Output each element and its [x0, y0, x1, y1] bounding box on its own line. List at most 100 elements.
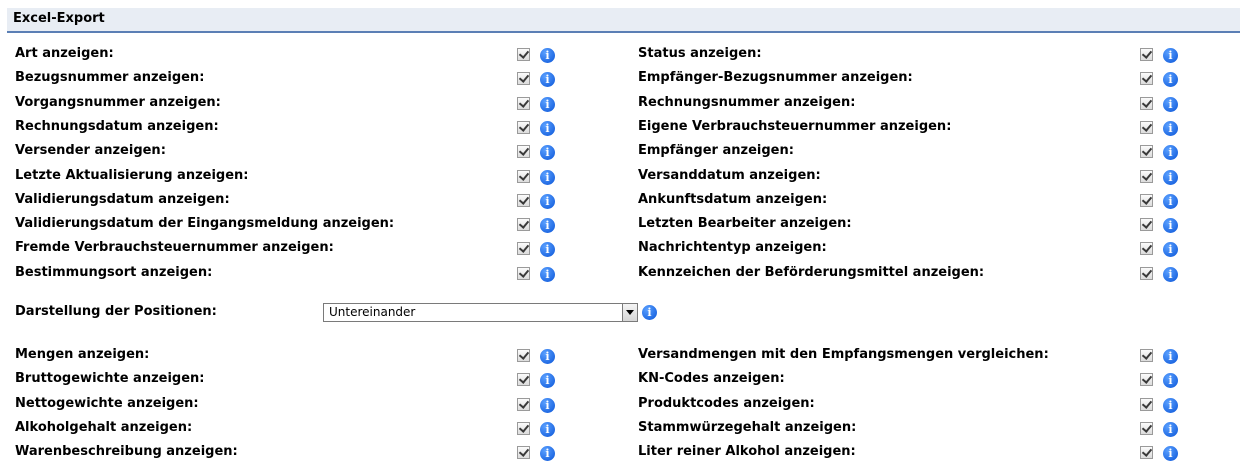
option-row: Versender anzeigen: i	[15, 141, 575, 163]
option-label: Empfänger anzeigen:	[638, 143, 794, 159]
info-icon[interactable]: i	[540, 266, 555, 282]
info-icon[interactable]: i	[540, 397, 555, 413]
info-icon[interactable]: i	[1163, 266, 1178, 282]
option-row: Validierungsdatum der Eingangsmeldung an…	[15, 214, 575, 236]
info-icon[interactable]: i	[540, 193, 555, 209]
option-checkbox[interactable]	[517, 373, 530, 387]
option-label: Vorgangsnummer anzeigen:	[15, 94, 221, 110]
info-icon[interactable]: i	[1163, 218, 1178, 234]
option-row: Bruttogewichte anzeigen: i	[15, 369, 575, 391]
info-icon[interactable]: i	[1163, 446, 1178, 462]
option-checkbox[interactable]	[1140, 446, 1153, 460]
info-icon[interactable]: i	[540, 120, 555, 136]
option-checkbox[interactable]	[1140, 421, 1153, 435]
chevron-down-icon[interactable]	[622, 304, 637, 321]
option-checkbox[interactable]	[1140, 266, 1153, 280]
option-row: Ankunftsdatum anzeigen: i	[638, 190, 1198, 212]
option-checkbox[interactable]	[1140, 120, 1153, 134]
option-checkbox[interactable]	[1140, 242, 1153, 256]
info-icon[interactable]: i	[540, 169, 555, 185]
option-checkbox[interactable]	[1140, 373, 1153, 387]
option-row: Vorgangsnummer anzeigen: i	[15, 93, 575, 115]
info-icon[interactable]: i	[540, 145, 555, 161]
option-checkbox[interactable]	[1140, 193, 1153, 207]
option-checkbox[interactable]	[517, 193, 530, 207]
info-icon[interactable]: i	[540, 421, 555, 437]
option-checkbox[interactable]	[517, 48, 530, 61]
option-checkbox[interactable]	[1140, 349, 1153, 362]
option-checkbox[interactable]	[517, 421, 530, 435]
option-checkbox[interactable]	[517, 349, 530, 362]
option-label: Alkoholgehalt anzeigen:	[15, 419, 193, 435]
option-checkbox[interactable]	[517, 266, 530, 280]
info-icon[interactable]: i	[540, 218, 555, 234]
option-row: Eigene Verbrauchsteuernummer anzeigen: i	[638, 117, 1198, 139]
option-checkbox[interactable]	[1140, 72, 1153, 86]
info-icon[interactable]: i	[1163, 145, 1178, 161]
option-checkbox[interactable]	[517, 169, 530, 183]
option-label: Empfänger-Bezugsnummer anzeigen:	[638, 70, 913, 86]
option-checkbox[interactable]	[1140, 48, 1153, 61]
option-row: Versanddatum anzeigen: i	[638, 166, 1198, 188]
option-row: Letzten Bearbeiter anzeigen: i	[638, 214, 1198, 236]
option-checkbox[interactable]	[517, 145, 530, 159]
option-checkbox[interactable]	[517, 446, 530, 460]
option-label: Versanddatum anzeigen:	[638, 167, 821, 183]
option-checkbox[interactable]	[517, 120, 530, 134]
option-label: Warenbeschreibung anzeigen:	[15, 444, 238, 460]
option-row: Produktcodes anzeigen: i	[638, 394, 1198, 416]
option-row: Nachrichtentyp anzeigen: i	[638, 238, 1198, 260]
option-checkbox[interactable]	[1140, 96, 1153, 110]
option-checkbox[interactable]	[517, 218, 530, 232]
info-icon[interactable]: i	[540, 242, 555, 258]
info-icon[interactable]: i	[1163, 193, 1178, 209]
info-icon[interactable]: i	[1163, 169, 1178, 185]
info-icon[interactable]: i	[1163, 349, 1178, 364]
option-checkbox[interactable]	[517, 72, 530, 86]
info-icon[interactable]: i	[1163, 242, 1178, 258]
info-icon[interactable]: i	[540, 72, 555, 88]
option-label: Bruttogewichte anzeigen:	[15, 371, 205, 387]
option-label: Kennzeichen der Beförderungsmittel anzei…	[638, 264, 985, 280]
option-checkbox[interactable]	[1140, 397, 1153, 411]
option-checkbox[interactable]	[1140, 169, 1153, 183]
info-icon[interactable]: i	[642, 305, 657, 320]
info-icon[interactable]: i	[1163, 373, 1178, 389]
option-checkbox[interactable]	[517, 96, 530, 110]
option-row: Stammwürzegehalt anzeigen: i	[638, 418, 1198, 440]
section-title: Excel-Export	[13, 11, 105, 26]
option-label: Produktcodes anzeigen:	[638, 395, 815, 411]
option-checkbox[interactable]	[1140, 145, 1153, 159]
info-icon[interactable]: i	[540, 349, 555, 364]
option-checkbox[interactable]	[517, 397, 530, 411]
option-label: Stammwürzegehalt anzeigen:	[638, 419, 857, 435]
option-label: Rechnungsnummer anzeigen:	[638, 94, 856, 110]
option-row: Liter reiner Alkohol anzeigen: i	[638, 442, 1198, 464]
option-row: Kennzeichen der Beförderungsmittel anzei…	[638, 263, 1198, 285]
option-row: Warenbeschreibung anzeigen: i	[15, 442, 575, 464]
option-label: Fremde Verbrauchsteuernummer anzeigen:	[15, 240, 334, 256]
info-icon[interactable]: i	[540, 96, 555, 112]
option-row: Nettogewichte anzeigen: i	[15, 394, 575, 416]
option-row: Fremde Verbrauchsteuernummer anzeigen: i	[15, 238, 575, 260]
info-icon[interactable]: i	[1163, 397, 1178, 413]
option-label: Mengen anzeigen:	[15, 347, 150, 362]
section-header: Excel-Export	[7, 8, 1240, 33]
option-row: KN-Codes anzeigen: i	[638, 369, 1198, 391]
option-row: Versandmengen mit den Empfangsmengen ver…	[638, 345, 1198, 367]
info-icon[interactable]: i	[1163, 96, 1178, 112]
info-icon[interactable]: i	[1163, 48, 1178, 63]
option-row: Alkoholgehalt anzeigen: i	[15, 418, 575, 440]
option-label: Ankunftsdatum anzeigen:	[638, 191, 828, 207]
info-icon[interactable]: i	[1163, 72, 1178, 88]
option-checkbox[interactable]	[1140, 218, 1153, 232]
option-checkbox[interactable]	[517, 242, 530, 256]
option-row: Validierungsdatum anzeigen: i	[15, 190, 575, 212]
info-icon[interactable]: i	[1163, 120, 1178, 136]
option-row: Letzte Aktualisierung anzeigen: i	[15, 166, 575, 188]
position-display-select[interactable]: Untereinander	[323, 303, 638, 322]
info-icon[interactable]: i	[540, 48, 555, 63]
info-icon[interactable]: i	[1163, 421, 1178, 437]
info-icon[interactable]: i	[540, 373, 555, 389]
info-icon[interactable]: i	[540, 446, 555, 462]
